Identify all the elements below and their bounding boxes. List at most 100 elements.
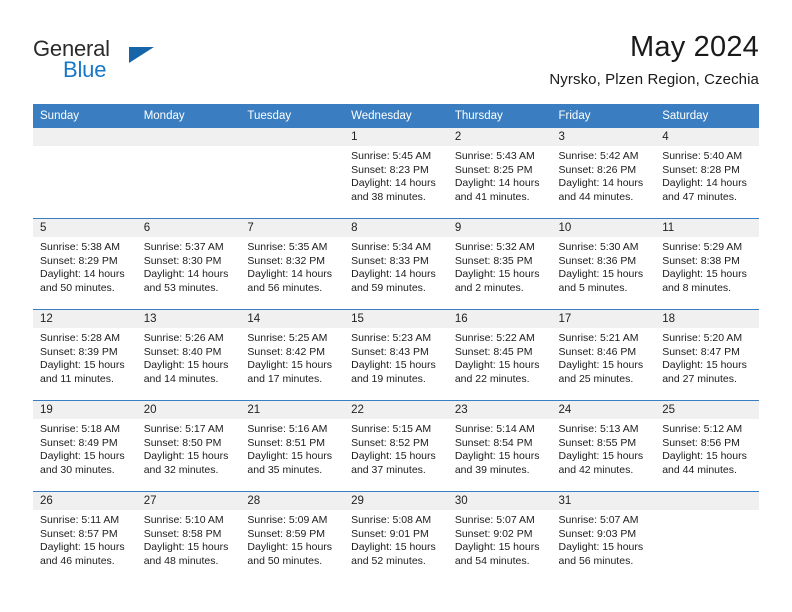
calendar-week-row: 1 Sunrise: 5:45 AM Sunset: 8:23 PM Daylight… [33, 128, 759, 219]
daylight-duration-line1: Daylight: 15 hours [351, 450, 436, 463]
sunset-time: Sunset: 8:54 PM [454, 436, 533, 449]
daylight-duration-line1: Daylight: 14 hours [454, 177, 540, 190]
calendar-day-cell[interactable]: 19 Sunrise: 5:18 AM Sunset: 8:49 PM Dayligh… [33, 400, 137, 492]
calendar-day-cell[interactable]: 18 Sunrise: 5:20 AM Sunset: 8:47 PM Dayligh… [655, 309, 759, 401]
calendar-day-cell[interactable]: 28 Sunrise: 5:09 AM Sunset: 8:59 PM Dayligh… [240, 491, 345, 582]
day-cell-inner: 14 Sunrise: 5:25 AM Sunset: 8:42 PM Dayligh… [240, 310, 345, 400]
daylight-duration-line1: Daylight: 15 hours [454, 268, 540, 281]
weekday-header-sunday: Sunday [33, 104, 137, 128]
calendar-day-cell[interactable]: 17 Sunrise: 5:21 AM Sunset: 8:46 PM Dayligh… [551, 309, 656, 401]
sunrise-time: Sunrise: 5:32 AM [454, 241, 535, 253]
calendar-day-cell[interactable]: 12 Sunrise: 5:28 AM Sunset: 8:39 PM Dayligh… [33, 309, 137, 401]
sunset-time: Sunset: 8:57 PM [40, 527, 118, 540]
calendar-day-cell[interactable]: 7 Sunrise: 5:35 AM Sunset: 8:32 PM Daylight… [240, 218, 345, 310]
day-cell-details: Sunrise: 5:25 AM Sunset: 8:42 PM Daylight:… [240, 328, 344, 386]
sunset-time: Sunset: 8:45 PM [454, 345, 533, 358]
calendar-day-cell-empty [655, 491, 759, 582]
calendar-day-cell[interactable]: 9 Sunrise: 5:32 AM Sunset: 8:35 PM Daylight… [447, 218, 552, 310]
day-number: 2 [447, 128, 552, 146]
calendar-day-cell[interactable]: 27 Sunrise: 5:10 AM Sunset: 8:58 PM Dayligh… [136, 491, 241, 582]
daylight-duration-line2: and 39 minutes. [454, 463, 530, 476]
day-number: 30 [447, 492, 552, 510]
day-number: 8 [344, 219, 448, 237]
calendar-day-cell[interactable]: 11 Sunrise: 5:29 AM Sunset: 8:38 PM Dayligh… [655, 218, 759, 310]
day-number [655, 492, 759, 510]
calendar-header-row-group: Sunday Monday Tuesday Wednesday Thursday… [33, 104, 759, 128]
day-cell-details: Sunrise: 5:45 AM Sunset: 8:23 PM Daylight:… [344, 146, 448, 204]
day-cell-inner: 26 Sunrise: 5:11 AM Sunset: 8:57 PM Dayligh… [33, 492, 137, 582]
daylight-duration-line2: and 50 minutes. [40, 281, 115, 294]
sunrise-time: Sunrise: 5:34 AM [351, 241, 432, 253]
daylight-duration-line2: and 54 minutes. [454, 554, 530, 567]
day-cell-inner: 27 Sunrise: 5:10 AM Sunset: 8:58 PM Dayligh… [136, 492, 241, 582]
day-cell-inner: 2 Sunrise: 5:43 AM Sunset: 8:25 PM Daylight… [447, 128, 552, 218]
day-cell-inner: 18 Sunrise: 5:20 AM Sunset: 8:47 PM Dayligh… [655, 310, 759, 400]
calendar-day-cell[interactable]: 10 Sunrise: 5:30 AM Sunset: 8:36 PM Dayligh… [551, 218, 656, 310]
daylight-duration-line2: and 27 minutes. [662, 372, 737, 385]
calendar-day-cell[interactable]: 31 Sunrise: 5:07 AM Sunset: 9:03 PM Dayligh… [551, 491, 656, 582]
sunset-time: Sunset: 8:59 PM [247, 527, 326, 540]
sunrise-time: Sunrise: 5:35 AM [247, 241, 328, 253]
calendar-day-cell[interactable]: 21 Sunrise: 5:16 AM Sunset: 8:51 PM Dayligh… [240, 400, 345, 492]
day-cell-inner: 21 Sunrise: 5:16 AM Sunset: 8:51 PM Dayligh… [240, 401, 345, 491]
day-cell-details: Sunrise: 5:15 AM Sunset: 8:52 PM Daylight:… [344, 419, 448, 477]
triangle-logo-icon [129, 47, 154, 63]
calendar-day-cell[interactable]: 6 Sunrise: 5:37 AM Sunset: 8:30 PM Daylight… [136, 218, 241, 310]
daylight-duration-line1: Daylight: 15 hours [558, 541, 644, 554]
calendar-day-cell[interactable]: 4 Sunrise: 5:40 AM Sunset: 8:28 PM Daylight… [655, 128, 759, 219]
calendar-day-cell[interactable]: 5 Sunrise: 5:38 AM Sunset: 8:29 PM Daylight… [33, 218, 137, 310]
sunrise-time: Sunrise: 5:28 AM [40, 332, 120, 344]
day-number: 17 [551, 310, 656, 328]
day-cell-inner: 9 Sunrise: 5:32 AM Sunset: 8:35 PM Daylight… [447, 219, 552, 309]
daylight-duration-line2: and 53 minutes. [143, 281, 219, 294]
day-cell-details: Sunrise: 5:42 AM Sunset: 8:26 PM Daylight:… [552, 146, 656, 204]
sunrise-time: Sunrise: 5:20 AM [662, 332, 743, 344]
page-title: May 2024 [630, 31, 759, 63]
day-number [33, 128, 137, 146]
calendar-day-cell[interactable]: 2 Sunrise: 5:43 AM Sunset: 8:25 PM Daylight… [447, 128, 552, 219]
calendar-day-cell[interactable]: 22 Sunrise: 5:15 AM Sunset: 8:52 PM Dayligh… [344, 400, 448, 492]
sunset-time: Sunset: 8:47 PM [662, 345, 740, 358]
day-cell-inner: 22 Sunrise: 5:15 AM Sunset: 8:52 PM Dayligh… [344, 401, 448, 491]
daylight-duration-line1: Daylight: 14 hours [351, 177, 436, 190]
calendar-day-cell-empty [33, 128, 137, 219]
calendar-day-cell[interactable]: 20 Sunrise: 5:17 AM Sunset: 8:50 PM Dayligh… [136, 400, 241, 492]
day-number: 18 [655, 310, 759, 328]
calendar-day-cell[interactable]: 24 Sunrise: 5:13 AM Sunset: 8:55 PM Dayligh… [551, 400, 656, 492]
daylight-duration-line1: Daylight: 14 hours [143, 268, 229, 281]
calendar-page: General Blue May 2024 Nyrsko, Plzen Regi… [0, 0, 792, 612]
calendar-day-cell[interactable]: 16 Sunrise: 5:22 AM Sunset: 8:45 PM Dayligh… [447, 309, 552, 401]
calendar-day-cell[interactable]: 8 Sunrise: 5:34 AM Sunset: 8:33 PM Daylight… [344, 218, 448, 310]
day-cell-inner: 5 Sunrise: 5:38 AM Sunset: 8:29 PM Daylight… [33, 219, 137, 309]
daylight-duration-line1: Daylight: 15 hours [247, 541, 333, 554]
sunset-time: Sunset: 8:40 PM [143, 345, 222, 358]
calendar-day-cell[interactable]: 26 Sunrise: 5:11 AM Sunset: 8:57 PM Dayligh… [33, 491, 137, 582]
day-number: 16 [447, 310, 552, 328]
calendar-day-cell[interactable]: 29 Sunrise: 5:08 AM Sunset: 9:01 PM Dayligh… [344, 491, 448, 582]
calendar-day-cell[interactable]: 25 Sunrise: 5:12 AM Sunset: 8:56 PM Dayligh… [655, 400, 759, 492]
sunrise-time: Sunrise: 5:07 AM [454, 514, 535, 526]
calendar-day-cell[interactable]: 14 Sunrise: 5:25 AM Sunset: 8:42 PM Dayligh… [240, 309, 345, 401]
day-cell-inner [240, 128, 345, 218]
day-number: 31 [551, 492, 656, 510]
calendar-day-cell[interactable]: 23 Sunrise: 5:14 AM Sunset: 8:54 PM Dayligh… [447, 400, 552, 492]
daylight-duration-line2: and 48 minutes. [143, 554, 219, 567]
daylight-duration-line1: Daylight: 15 hours [454, 541, 540, 554]
sunset-time: Sunset: 8:52 PM [351, 436, 429, 449]
day-cell-details: Sunrise: 5:20 AM Sunset: 8:47 PM Daylight:… [655, 328, 759, 386]
calendar-day-cell[interactable]: 3 Sunrise: 5:42 AM Sunset: 8:26 PM Daylight… [551, 128, 656, 219]
brand-logo[interactable]: General Blue [33, 36, 233, 92]
day-cell-inner: 3 Sunrise: 5:42 AM Sunset: 8:26 PM Daylight… [551, 128, 656, 218]
daylight-duration-line2: and 2 minutes. [454, 281, 524, 294]
day-cell-inner: 28 Sunrise: 5:09 AM Sunset: 8:59 PM Dayligh… [240, 492, 345, 582]
day-cell-inner [136, 128, 241, 218]
daylight-duration-line1: Daylight: 15 hours [662, 268, 747, 281]
calendar-day-cell[interactable]: 13 Sunrise: 5:26 AM Sunset: 8:40 PM Dayligh… [136, 309, 241, 401]
calendar-day-cell[interactable]: 1 Sunrise: 5:45 AM Sunset: 8:23 PM Daylight… [344, 128, 448, 219]
calendar-day-cell[interactable]: 15 Sunrise: 5:23 AM Sunset: 8:43 PM Dayligh… [344, 309, 448, 401]
calendar-body: 1 Sunrise: 5:45 AM Sunset: 8:23 PM Daylight… [33, 128, 759, 582]
sunrise-time: Sunrise: 5:29 AM [662, 241, 743, 253]
daylight-duration-line2: and 44 minutes. [558, 190, 634, 203]
calendar-day-cell[interactable]: 30 Sunrise: 5:07 AM Sunset: 9:02 PM Dayligh… [447, 491, 552, 582]
daylight-duration-line1: Daylight: 15 hours [40, 359, 125, 372]
